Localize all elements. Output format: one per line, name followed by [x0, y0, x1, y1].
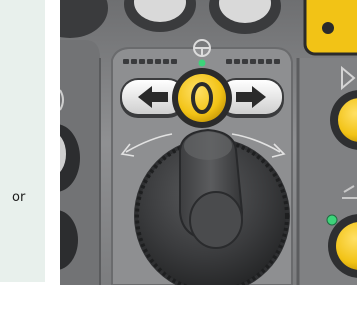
side-text-panel: or	[0, 0, 45, 282]
left-indicator-dots	[123, 59, 177, 64]
center-yellow-button	[172, 68, 232, 128]
screenshot-frame: or	[0, 0, 357, 312]
joystick-stick	[179, 128, 244, 249]
center-green-led	[198, 59, 206, 67]
right-indicator-dots	[226, 59, 280, 64]
top-right-yellow-button	[303, 0, 357, 56]
side-panel-text: or	[12, 190, 26, 205]
joystick-panel-photo	[60, 0, 357, 285]
